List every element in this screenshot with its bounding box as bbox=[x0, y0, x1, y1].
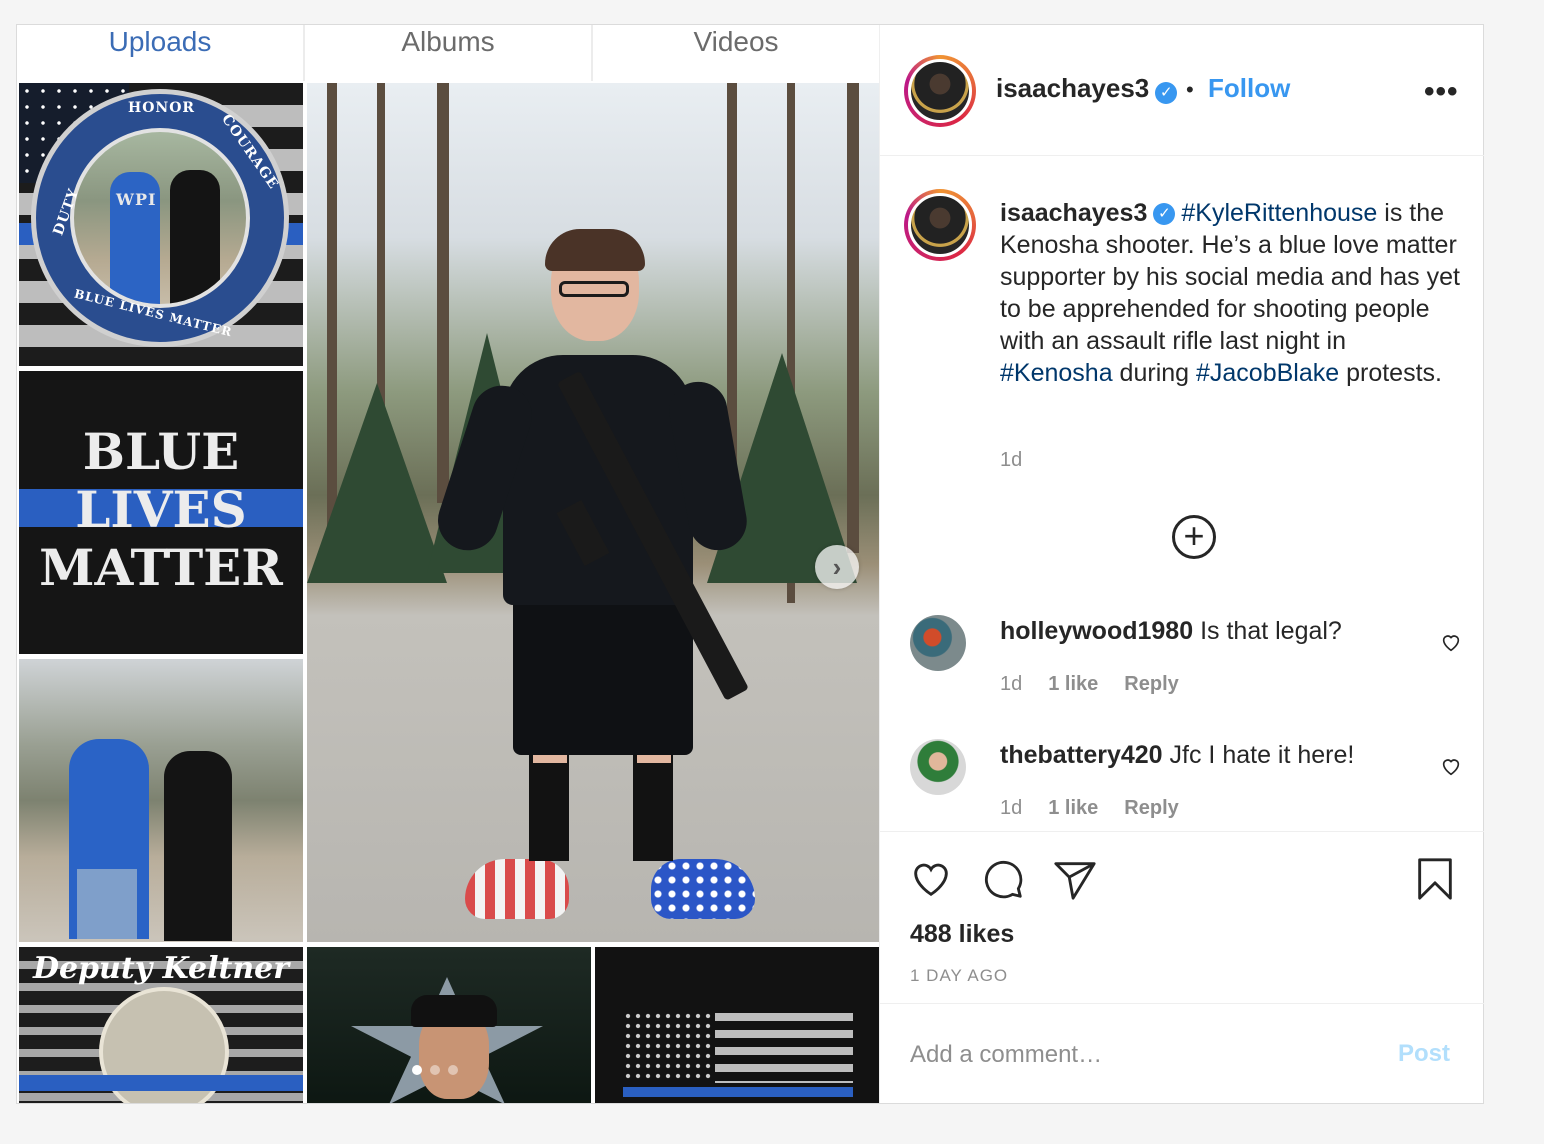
avatar[interactable] bbox=[904, 55, 976, 127]
main-photo bbox=[307, 83, 879, 942]
comment-meta: 1d 1 like Reply bbox=[1000, 673, 1179, 696]
blue-lives-matter-text: BLUE LIVES MATTER bbox=[39, 422, 283, 597]
bookmark-icon[interactable] bbox=[1412, 856, 1458, 902]
instagram-post: Uploads Albums Videos HONOR DUTY COURAGE… bbox=[16, 24, 1484, 1104]
comment-username[interactable]: thebattery420 bbox=[1000, 741, 1163, 769]
comment-likes[interactable]: 1 like bbox=[1048, 673, 1098, 696]
reply-button[interactable]: Reply bbox=[1124, 797, 1178, 820]
commenter-avatar[interactable] bbox=[910, 739, 966, 795]
comment-body: Is that legal? bbox=[1200, 617, 1342, 645]
deputy-name-text: Deputy Keltner bbox=[32, 951, 290, 986]
comment-text: thebattery420 Jfc I hate it here! bbox=[1000, 741, 1354, 770]
heart-icon[interactable] bbox=[1440, 755, 1462, 777]
comment-time: 1d bbox=[1000, 673, 1023, 695]
tab-videos[interactable]: Videos bbox=[593, 25, 879, 81]
follow-button[interactable]: Follow bbox=[1208, 73, 1290, 104]
carousel-dots bbox=[412, 1065, 458, 1075]
blue-lives-matter-badge: HONOR DUTY COURAGE BLUE LIVES MATTER WPI bbox=[31, 89, 289, 347]
carousel-dot bbox=[430, 1065, 440, 1075]
hashtag-link[interactable]: #KyleRittenhouse bbox=[1181, 199, 1377, 227]
comment-time: 1d bbox=[1000, 797, 1023, 819]
add-comment-bar: Post bbox=[880, 1003, 1484, 1103]
next-image-button[interactable]: › bbox=[815, 545, 859, 589]
comment-icon[interactable] bbox=[980, 856, 1026, 902]
verified-badge-icon: ✓ bbox=[1155, 81, 1178, 104]
share-icon[interactable] bbox=[1052, 856, 1098, 902]
heart-icon[interactable] bbox=[908, 856, 954, 902]
caption-username[interactable]: isaachayes3 bbox=[1000, 199, 1147, 227]
header-username[interactable]: isaachayes3 bbox=[996, 73, 1149, 103]
comment-likes[interactable]: 1 like bbox=[1048, 797, 1098, 820]
officer-star-image bbox=[307, 947, 591, 1103]
comment-body: Jfc I hate it here! bbox=[1169, 741, 1355, 769]
post-header: isaachayes3 ✓ • Follow ••• bbox=[880, 25, 1484, 156]
comment-username[interactable]: holleywood1980 bbox=[1000, 617, 1193, 645]
badge-image: HONOR DUTY COURAGE BLUE LIVES MATTER WPI bbox=[19, 83, 303, 366]
two-teens-image bbox=[19, 659, 303, 942]
thin-blue-line-flag-image bbox=[595, 947, 879, 1103]
tab-uploads[interactable]: Uploads bbox=[17, 25, 305, 81]
separator-dot: • bbox=[1186, 77, 1194, 102]
plus-circle-icon[interactable]: + bbox=[1172, 515, 1216, 559]
badge-center-text: WPI bbox=[116, 190, 157, 209]
carousel-dot bbox=[448, 1065, 458, 1075]
heart-icon[interactable] bbox=[1440, 631, 1462, 653]
tab-albums[interactable]: Albums bbox=[305, 25, 593, 81]
post-caption: isaachayes3 ✓ #KyleRittenhouse is the Keno… bbox=[1000, 197, 1460, 389]
deputy-tribute-image: Deputy Keltner bbox=[19, 947, 303, 1103]
blue-lives-matter-image: BLUE LIVES MATTER bbox=[19, 371, 303, 654]
post-timestamp: 1 DAY AGO bbox=[910, 966, 1009, 985]
carousel-dot bbox=[412, 1065, 422, 1075]
hashtag-link[interactable]: #Kenosha bbox=[1000, 359, 1113, 387]
post-media: Uploads Albums Videos HONOR DUTY COURAGE… bbox=[17, 25, 879, 1103]
media-tabs: Uploads Albums Videos bbox=[17, 25, 879, 81]
commenter-avatar[interactable] bbox=[910, 615, 966, 671]
reply-button[interactable]: Reply bbox=[1124, 673, 1178, 696]
hashtag-link[interactable]: #JacobBlake bbox=[1196, 359, 1339, 387]
comment-text: holleywood1980 Is that legal? bbox=[1000, 617, 1342, 646]
comment-input[interactable] bbox=[910, 1038, 1370, 1072]
caption-avatar[interactable] bbox=[904, 189, 976, 261]
like-count[interactable]: 488 likes bbox=[910, 920, 1014, 949]
more-options-icon[interactable]: ••• bbox=[1424, 75, 1459, 109]
verified-badge-icon: ✓ bbox=[1153, 203, 1176, 226]
caption-text: during bbox=[1112, 359, 1196, 387]
badge-top-text: HONOR bbox=[128, 100, 196, 116]
chevron-right-icon: › bbox=[832, 552, 842, 582]
comment-meta: 1d 1 like Reply bbox=[1000, 797, 1179, 820]
post-comment-button[interactable]: Post bbox=[1398, 1040, 1450, 1068]
person-with-rifle bbox=[307, 83, 879, 942]
caption-timestamp: 1d bbox=[1000, 449, 1023, 471]
post-actions: 488 likes 1 DAY AGO bbox=[880, 831, 1484, 1003]
caption-text: protests. bbox=[1339, 359, 1442, 387]
post-panel: isaachayes3 ✓ • Follow ••• isaachayes3 ✓ #K… bbox=[879, 25, 1484, 1103]
